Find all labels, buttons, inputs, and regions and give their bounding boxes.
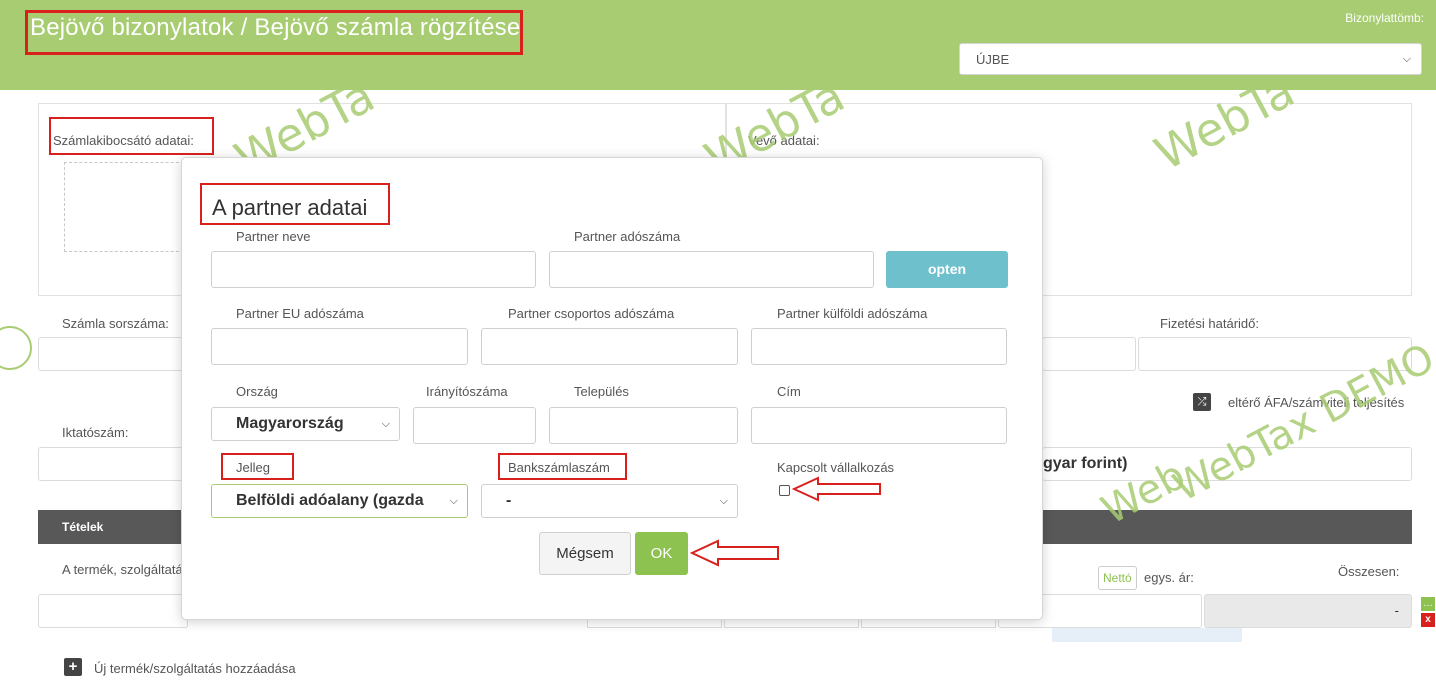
foreign-taxnum-field[interactable]: [751, 328, 1007, 365]
page-header: Bejövő bizonylatok / Bejövő számla rögzí…: [0, 0, 1436, 90]
block-select[interactable]: ÚJBE ⌵: [959, 43, 1422, 75]
ok-button[interactable]: OK: [635, 532, 688, 575]
buyer-label: Vevő adatai:: [748, 133, 820, 148]
block-select-value: ÚJBE: [976, 52, 1010, 67]
cancel-button[interactable]: Mégsem: [539, 532, 631, 575]
bank-value: -: [506, 492, 512, 509]
annotation-box-dialog-title: [200, 183, 390, 225]
related-checkbox[interactable]: [779, 485, 790, 496]
partner-name-field[interactable]: [211, 251, 536, 288]
chevron-down-icon: ⌵: [381, 418, 390, 430]
tooltip-ghost: [1052, 628, 1242, 642]
watermark-ring: [0, 326, 32, 370]
annotation-box-type: [221, 453, 294, 480]
annotation-box-title: [25, 10, 523, 55]
product-column-label: A termék, szolgáltatá: [62, 562, 183, 577]
zip-label: Irányítószáma: [426, 384, 508, 399]
opten-button[interactable]: opten: [886, 251, 1008, 288]
partner-dialog: A partner adatai Partner neve Partner ad…: [181, 157, 1043, 620]
invoice-number-label: Számla sorszáma:: [62, 316, 169, 331]
date-field[interactable]: [1042, 337, 1136, 371]
currency-value: gyar forint): [1043, 455, 1128, 472]
chevron-down-icon: ⌵: [1402, 53, 1411, 65]
city-label: Település: [574, 384, 629, 399]
group-taxnum-label: Partner csoportos adószáma: [508, 306, 675, 321]
total-label: Összesen:: [1338, 564, 1400, 579]
plus-icon[interactable]: +: [64, 658, 82, 676]
type-value: Belföldi adóalany (gazda: [236, 492, 424, 509]
eu-taxnum-label: Partner EU adószáma: [236, 306, 364, 321]
type-select[interactable]: Belföldi adóalany (gazda ⌵: [211, 484, 468, 518]
country-value: Magyarország: [236, 415, 344, 432]
total-value: -: [1394, 603, 1399, 618]
currency-select[interactable]: gyar forint): [1042, 447, 1412, 481]
eu-taxnum-field[interactable]: [211, 328, 468, 365]
chevron-down-icon: ⌵: [449, 495, 458, 507]
items-header: Tételek: [62, 520, 104, 534]
annotation-box-issuer: [49, 117, 214, 155]
foreign-taxnum-label: Partner külföldi adószáma: [777, 306, 928, 321]
block-label: Bizonylattömb:: [1345, 11, 1424, 25]
partner-name-label: Partner neve: [236, 229, 311, 244]
payment-due-label: Fizetési határidő:: [1160, 316, 1259, 331]
country-select[interactable]: Magyarország ⌵: [211, 407, 400, 441]
diff-vat-label: eltérő ÁFA/számviteli teljesítés: [1228, 395, 1405, 410]
payment-due-field[interactable]: [1138, 337, 1412, 371]
shuffle-icon[interactable]: ⤮: [1193, 393, 1211, 411]
country-label: Ország: [236, 384, 278, 399]
net-toggle[interactable]: Nettó: [1098, 566, 1137, 590]
address-label: Cím: [777, 384, 801, 399]
annotation-box-bank: [498, 453, 627, 480]
bank-select[interactable]: - ⌵: [481, 484, 738, 518]
chevron-down-icon: ⌵: [719, 495, 728, 507]
more-icon[interactable]: …: [1421, 597, 1435, 611]
city-field[interactable]: [549, 407, 738, 444]
issuer-drop-zone[interactable]: [64, 162, 194, 252]
add-item-link[interactable]: Új termék/szolgáltatás hozzáadása: [94, 661, 296, 676]
partner-taxnum-field[interactable]: [549, 251, 874, 288]
partner-taxnum-label: Partner adószáma: [574, 229, 681, 244]
address-field[interactable]: [751, 407, 1007, 444]
product-field[interactable]: [38, 594, 188, 628]
filing-number-label: Iktatószám:: [62, 425, 129, 440]
group-taxnum-field[interactable]: [481, 328, 738, 365]
arrow-left-icon: [690, 539, 779, 567]
zip-field[interactable]: [413, 407, 536, 444]
delete-icon[interactable]: x: [1421, 613, 1435, 627]
total-field: -: [1204, 594, 1412, 628]
related-label: Kapcsolt vállalkozás: [777, 460, 895, 475]
invoice-number-field[interactable]: [38, 337, 188, 371]
filing-number-field[interactable]: [38, 447, 188, 481]
arrow-left-icon: [792, 476, 881, 502]
unit-price-label: egys. ár:: [1144, 570, 1194, 585]
